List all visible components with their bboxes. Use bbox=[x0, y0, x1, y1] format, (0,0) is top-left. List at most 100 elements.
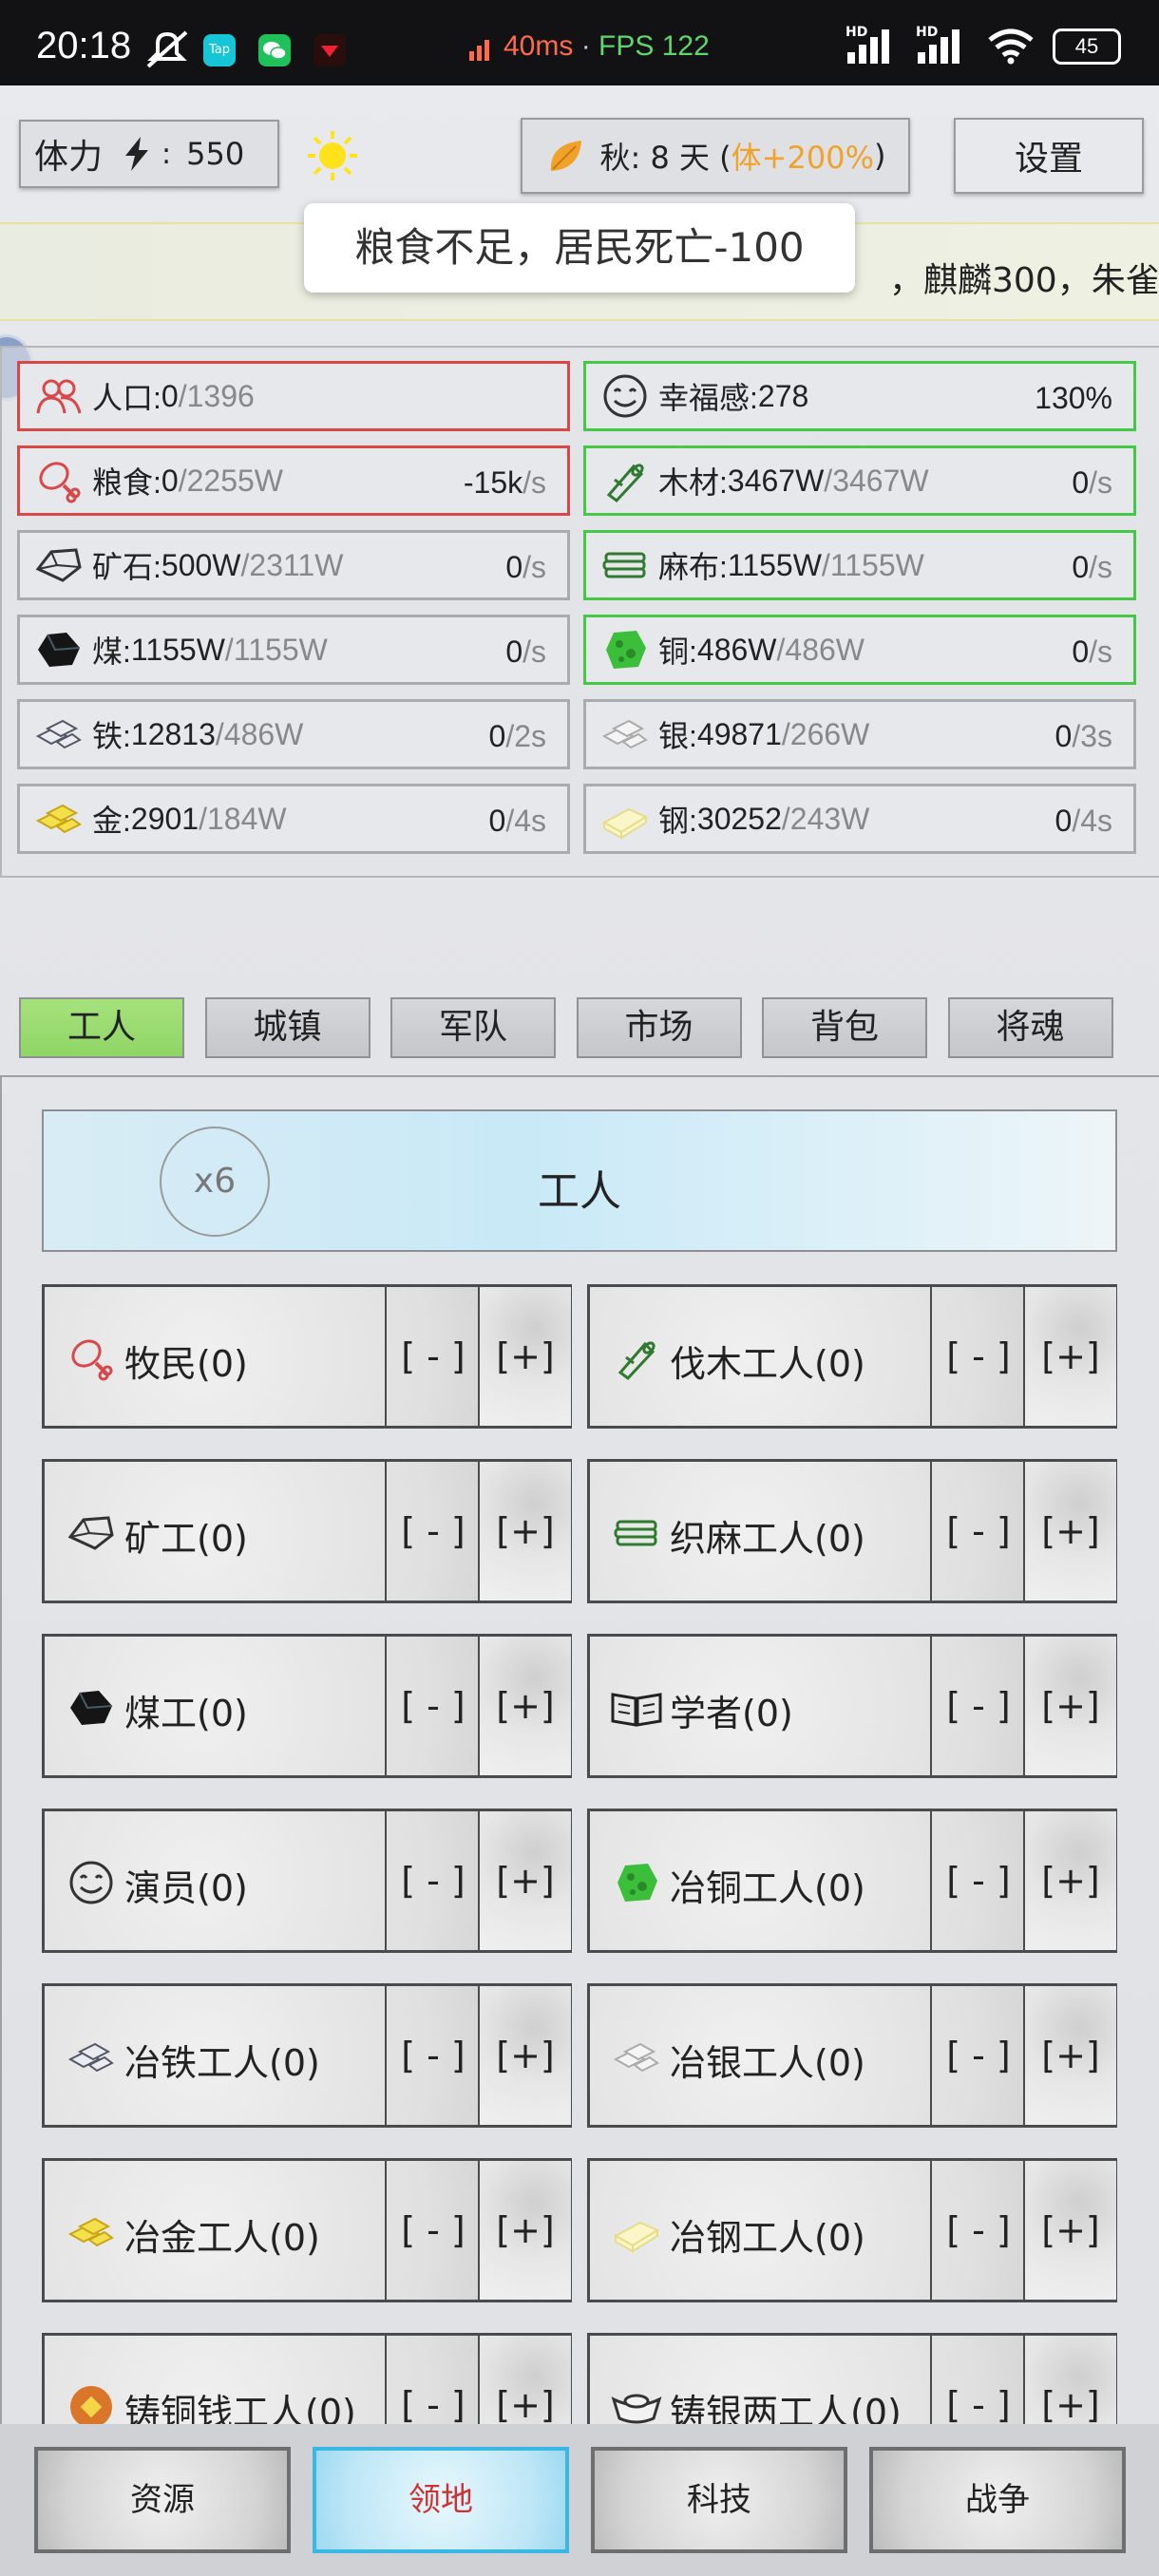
resource-current: 500W bbox=[161, 547, 241, 582]
stamina-value: 550 bbox=[186, 136, 245, 172]
resource-name: 煤: bbox=[92, 635, 131, 669]
worker-label: 冶铁工人(0) bbox=[124, 2042, 320, 2084]
decrease-worker-button[interactable]: [ - ] bbox=[930, 1811, 1025, 1950]
resource-current: 3467W bbox=[727, 463, 825, 498]
tab-2[interactable]: 军队 bbox=[390, 997, 556, 1058]
decrease-worker-button[interactable]: [ - ] bbox=[385, 2161, 480, 2300]
worker-card: 冶钢工人(0) [ - ] [+] bbox=[587, 2158, 1117, 2302]
resource-copper: 铜: 486W/486W 0/s bbox=[583, 615, 1136, 685]
worker-label: 冶金工人(0) bbox=[124, 2217, 320, 2259]
gold-icon bbox=[62, 2203, 121, 2262]
resource-max: /1155W bbox=[224, 632, 328, 667]
tab-5[interactable]: 将魂 bbox=[947, 997, 1113, 1058]
resource-max: /1155W bbox=[821, 547, 924, 582]
resource-rate: 0/3s bbox=[1054, 719, 1112, 753]
resource-current: 1155W bbox=[727, 547, 822, 582]
worker-header: x6 工人 bbox=[42, 1109, 1117, 1252]
increase-worker-button[interactable]: [+] bbox=[478, 1637, 571, 1775]
decrease-worker-button[interactable]: [ - ] bbox=[930, 1637, 1025, 1775]
worker-card: 冶银工人(0) [ - ] [+] bbox=[587, 1983, 1117, 2128]
resource-max: /486W bbox=[776, 632, 864, 667]
worker-card: 矿工(0) [ - ] [+] bbox=[42, 1459, 572, 1603]
resource-rate: 0/s bbox=[1072, 635, 1112, 669]
hd-label: HD bbox=[846, 25, 868, 40]
settings-button[interactable]: 设置 bbox=[954, 118, 1144, 194]
resource-current: 12813 bbox=[130, 716, 216, 751]
worker-card: 牧民(0) [ - ] [+] bbox=[42, 1284, 572, 1429]
decrease-worker-button[interactable]: [ - ] bbox=[930, 1986, 1025, 2125]
increase-worker-button[interactable]: [+] bbox=[1023, 1287, 1116, 1426]
worker-card: 伐木工人(0) [ - ] [+] bbox=[587, 1284, 1117, 1429]
resource-current: 0 bbox=[161, 463, 179, 498]
worker-header-title: 工人 bbox=[538, 1167, 621, 1216]
tab-0[interactable]: 工人 bbox=[19, 997, 184, 1058]
increase-worker-button[interactable]: [+] bbox=[478, 2161, 571, 2300]
resource-name: 矿石: bbox=[92, 550, 162, 584]
worker-label: 煤工(0) bbox=[124, 1693, 248, 1734]
toast-message: 粮食不足，居民死亡-100 bbox=[304, 203, 855, 293]
increase-worker-button[interactable]: [+] bbox=[1023, 2336, 1116, 2426]
resource-rate: 0/4s bbox=[1054, 804, 1112, 838]
increase-worker-button[interactable]: [+] bbox=[1023, 1462, 1116, 1601]
worker-card: 冶铁工人(0) [ - ] [+] bbox=[42, 1983, 572, 2128]
decrease-worker-button[interactable]: [ - ] bbox=[930, 1287, 1025, 1426]
silver-icon bbox=[607, 2028, 666, 2087]
worker-panel: x6 工人 牧民(0)[ - ] [+] 伐木工人(0)[ - ] [+] 矿工(0)[… bbox=[0, 1075, 1159, 2428]
decrease-worker-button[interactable]: [ - ] bbox=[385, 1811, 480, 1950]
increase-worker-button[interactable]: [+] bbox=[478, 1462, 571, 1601]
nav-button-1[interactable]: 领地 bbox=[313, 2447, 569, 2553]
worker-label: 牧民(0) bbox=[124, 1343, 248, 1385]
resource-rate: 0/2s bbox=[488, 719, 546, 753]
worker-label: 铸铜钱工人(0) bbox=[124, 2392, 356, 2428]
ore-icon bbox=[33, 540, 85, 591]
worker-card: 铸铜钱工人(0) [ - ] [+] bbox=[42, 2333, 572, 2428]
iron-icon bbox=[33, 709, 85, 760]
tab-3[interactable]: 市场 bbox=[576, 997, 742, 1058]
increase-worker-button[interactable]: [+] bbox=[478, 2336, 571, 2426]
tab-1[interactable]: 城镇 bbox=[204, 997, 370, 1058]
decrease-worker-button[interactable]: [ - ] bbox=[930, 2336, 1025, 2426]
wood-icon bbox=[599, 455, 651, 506]
linen-icon bbox=[607, 1504, 666, 1563]
nav-button-0[interactable]: 资源 bbox=[34, 2447, 291, 2553]
tap-app-icon: Tap bbox=[203, 34, 236, 66]
decrease-worker-button[interactable]: [ - ] bbox=[385, 1637, 480, 1775]
decrease-worker-button[interactable]: [ - ] bbox=[385, 1462, 480, 1601]
coal-icon bbox=[33, 624, 85, 675]
decrease-worker-button[interactable]: [ - ] bbox=[930, 2161, 1025, 2300]
resource-max: /486W bbox=[215, 716, 304, 751]
increase-worker-button[interactable]: [+] bbox=[478, 1287, 571, 1426]
resource-max: /243W bbox=[781, 801, 870, 836]
resource-name: 幸福感: bbox=[658, 381, 758, 415]
worker-label: 矿工(0) bbox=[124, 1518, 248, 1560]
decrease-worker-button[interactable]: [ - ] bbox=[385, 2336, 480, 2426]
increase-worker-button[interactable]: [+] bbox=[1023, 1637, 1116, 1775]
book-icon bbox=[607, 1678, 666, 1737]
nav-button-3[interactable]: 战争 bbox=[869, 2447, 1126, 2553]
resource-name: 粮食: bbox=[92, 465, 162, 500]
wifi-icon bbox=[988, 28, 1034, 65]
nav-button-2[interactable]: 科技 bbox=[591, 2447, 847, 2553]
increase-worker-button[interactable]: [+] bbox=[1023, 1986, 1116, 2125]
worker-card: 演员(0) [ - ] [+] bbox=[42, 1809, 572, 1953]
tab-4[interactable]: 背包 bbox=[762, 997, 927, 1058]
silver-icon bbox=[599, 709, 651, 760]
season-display: 秋: 8 天 ( 体+200% ) bbox=[521, 118, 910, 194]
decrease-worker-button[interactable]: [ - ] bbox=[930, 1462, 1025, 1601]
wood-icon bbox=[607, 1329, 666, 1388]
steel-icon bbox=[607, 2203, 666, 2262]
increase-worker-button[interactable]: [+] bbox=[478, 1986, 571, 2125]
decrease-worker-button[interactable]: [ - ] bbox=[385, 1986, 480, 2125]
increase-worker-button[interactable]: [+] bbox=[478, 1811, 571, 1950]
decrease-worker-button[interactable]: [ - ] bbox=[385, 1287, 480, 1426]
increase-worker-button[interactable]: [+] bbox=[1023, 1811, 1116, 1950]
resource-wood: 木材: 3467W/3467W 0/s bbox=[583, 445, 1136, 516]
copper-icon bbox=[607, 1853, 666, 1912]
worker-card: 冶金工人(0) [ - ] [+] bbox=[42, 2158, 572, 2302]
gold-icon bbox=[33, 793, 85, 844]
ore-icon bbox=[62, 1504, 121, 1563]
worker-label: 学者(0) bbox=[670, 1693, 793, 1734]
resource-max: /2255W bbox=[178, 463, 283, 498]
resource-max: /266W bbox=[781, 716, 870, 751]
increase-worker-button[interactable]: [+] bbox=[1023, 2161, 1116, 2300]
